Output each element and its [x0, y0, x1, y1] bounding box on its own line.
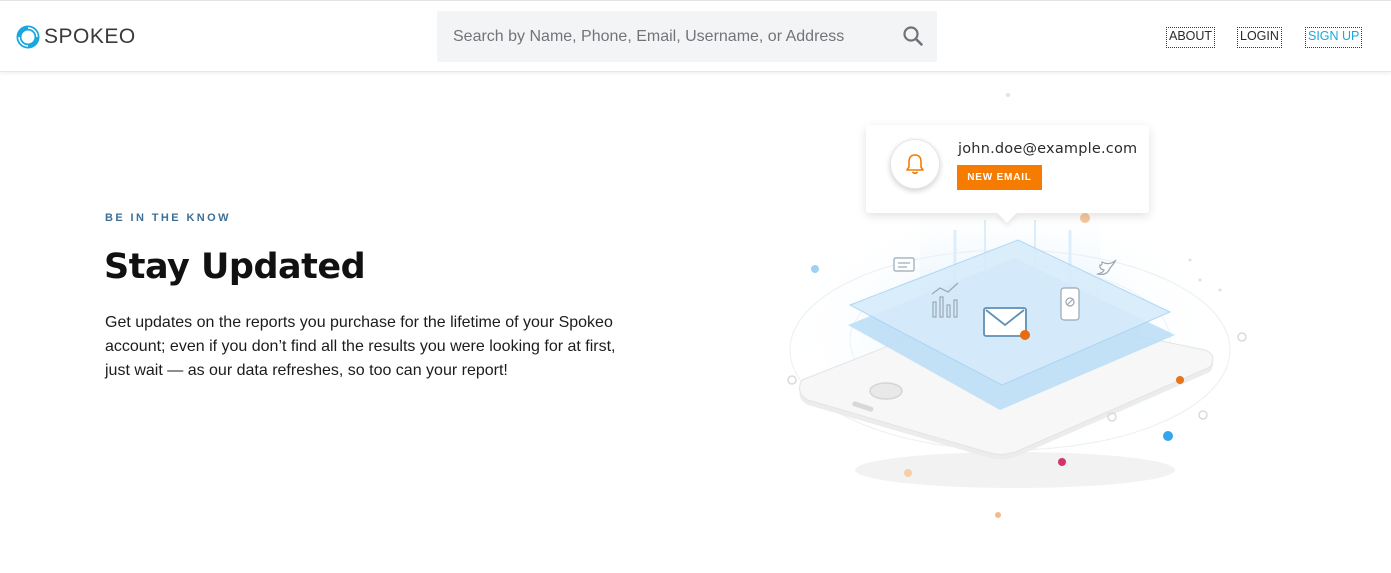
nav-about-link[interactable]: ABOUT	[1165, 27, 1216, 48]
spokeo-logo-icon	[16, 25, 40, 49]
spokeo-logo[interactable]: SPOKEO	[16, 23, 136, 51]
site-header: SPOKEO ABOUT LOGIN SIGN UP	[0, 0, 1391, 72]
new-email-badge: NEW EMAIL	[957, 165, 1042, 190]
search-bar	[437, 11, 937, 62]
notification-card: john.doe@example.com NEW EMAIL	[866, 125, 1149, 213]
section-eyebrow: BE IN THE KNOW	[105, 212, 231, 224]
bell-icon	[890, 139, 940, 189]
search-icon[interactable]	[901, 24, 925, 48]
nav-signup-link[interactable]: SIGN UP	[1304, 27, 1363, 48]
logo-text: SPOKEO	[44, 25, 136, 48]
section-title: Stay Updated	[104, 247, 366, 287]
nav-login-link[interactable]: LOGIN	[1237, 27, 1282, 48]
notification-email: john.doe@example.com	[958, 141, 1138, 157]
search-input[interactable]	[437, 11, 877, 62]
section-description: Get updates on the reports you purchase …	[105, 314, 616, 379]
